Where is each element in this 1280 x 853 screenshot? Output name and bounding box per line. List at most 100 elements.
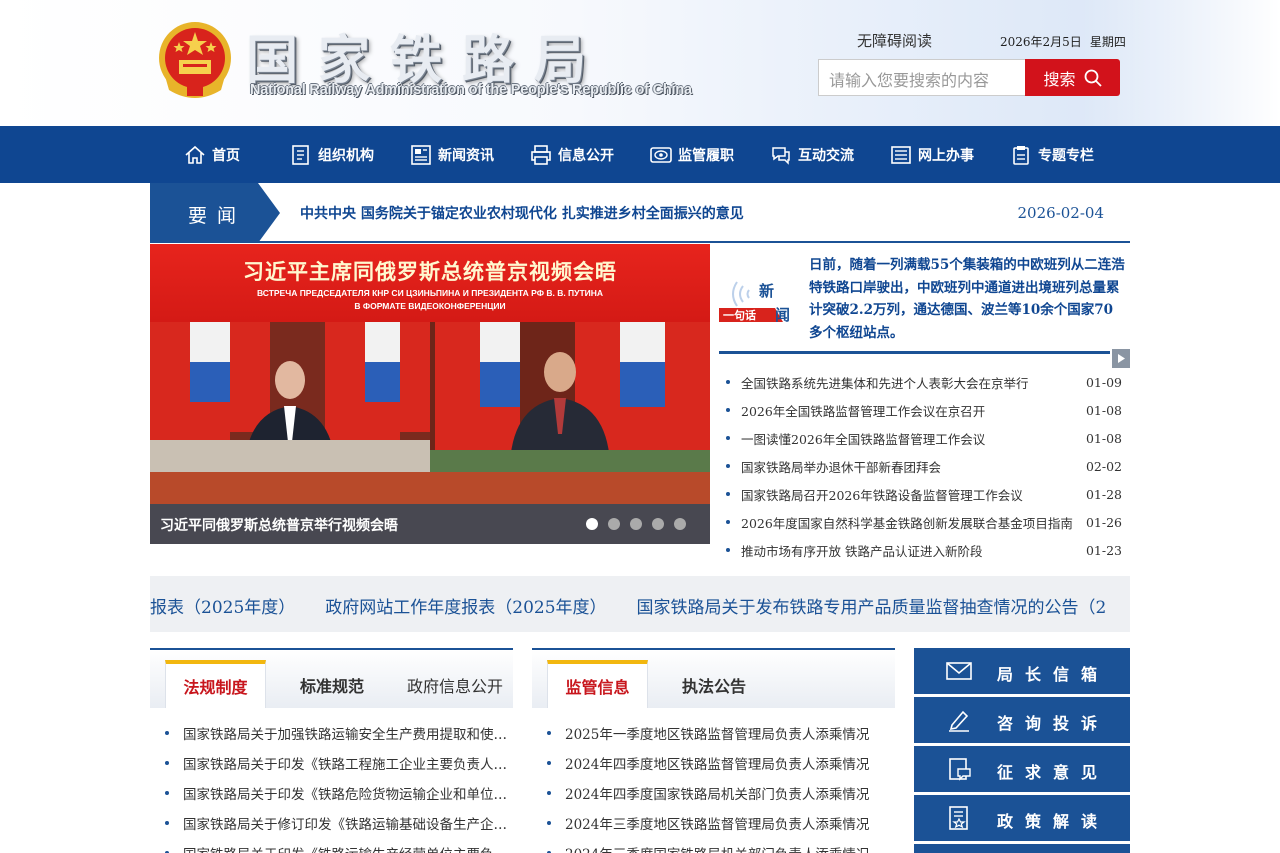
carousel-caption[interactable]: 习近平同俄罗斯总统普京举行视频会晤 bbox=[160, 515, 398, 535]
list-icon bbox=[891, 145, 911, 164]
search-icon bbox=[1084, 69, 1102, 87]
list-item[interactable]: 国家铁路局关于印发《铁路危险货物运输企业和单位安全管理规定》的通知 bbox=[165, 778, 510, 808]
item-title: 国家铁路局关于印发《铁路运输生产经营单位主要负责人》的通知 bbox=[183, 843, 510, 853]
list-item[interactable]: 国家铁路局关于修订印发《铁路运输基础设备生产企业审批实施细则》的通知 bbox=[165, 808, 510, 838]
bullet bbox=[726, 492, 730, 496]
nav-news[interactable]: 新闻资讯 bbox=[410, 126, 494, 183]
item-title: 2024年四季度地区铁路监督管理局负责人添乘情况 bbox=[565, 757, 870, 773]
list-item[interactable]: 全国铁路系统先进集体和先进个人表彰大会在京举行 01-09 bbox=[726, 368, 1122, 396]
bullet bbox=[726, 548, 730, 552]
list-item[interactable]: 2024年三季度地区铁路监督管理局负责人添乘情况 bbox=[547, 808, 892, 838]
list-item[interactable]: 国家铁路局召开2026年铁路设备监督管理工作会议 01-28 bbox=[726, 480, 1122, 508]
news-title: 2026年全国铁路监督管理工作会议在京召开 bbox=[741, 403, 986, 419]
nav-organization[interactable]: 组织机构 bbox=[290, 126, 374, 183]
list-item[interactable]: 2026年度国家自然科学基金铁路创新发展联合基金项目指南 01-26 bbox=[726, 508, 1122, 536]
list-item[interactable]: 2026年全国铁路监督管理工作会议在京召开 01-08 bbox=[726, 396, 1122, 424]
bullet bbox=[726, 380, 730, 384]
mail-icon bbox=[946, 662, 972, 680]
nav-interaction[interactable]: 互动交流 bbox=[770, 126, 854, 183]
list-item[interactable]: 国家铁路局关于印发《铁路工程施工企业主要负责人安全生产管理人员考核规定》的通知 bbox=[165, 748, 510, 778]
nav-interaction-label: 互动交流 bbox=[798, 147, 854, 164]
search-button[interactable]: 搜索 bbox=[1025, 59, 1120, 96]
side-button-more[interactable] bbox=[914, 844, 1130, 853]
edit-icon bbox=[949, 710, 969, 732]
notice-marquee: 报表（2025年度） 政府网站工作年度报表（2025年度） 国家铁路局关于发布铁路专… bbox=[150, 576, 1130, 632]
headline-link[interactable]: 中共中央 国务院关于锚定农业农村现代化 扎实推进乡村全面振兴的意见 bbox=[300, 203, 744, 223]
list-item[interactable]: 2025年一季度地区铁路监督管理局负责人添乘情况 bbox=[547, 718, 892, 748]
nav-home[interactable]: 首页 bbox=[184, 126, 240, 183]
site-subtitle: National Railway Administration of the P… bbox=[250, 82, 692, 98]
item-title: 国家铁路局关于印发《铁路危险货物运输企业和单位安全管理规定》的通知 bbox=[183, 787, 510, 803]
bullet bbox=[547, 761, 551, 765]
director-mailbox-label: 局长信箱 bbox=[997, 665, 1110, 684]
news-date: 02-02 bbox=[1085, 458, 1122, 474]
weekday-text: 星期四 bbox=[1089, 35, 1126, 49]
list-item[interactable]: 国家铁路局举办退休干部新春团拜会 02-02 bbox=[726, 452, 1122, 480]
list-item[interactable]: 2024年三季度国家铁路局机关部门负责人添乘情况 bbox=[547, 838, 892, 853]
nav-special-topics[interactable]: 专题专栏 bbox=[1010, 126, 1094, 183]
nav-organization-label: 组织机构 bbox=[318, 147, 374, 164]
tab-gov-info[interactable]: 政府信息公开 bbox=[407, 660, 503, 708]
item-title: 2024年三季度国家铁路局机关部门负责人添乘情况 bbox=[565, 843, 869, 853]
accessibility-link[interactable]: 无障碍阅读 bbox=[857, 30, 932, 51]
carousel-dot[interactable] bbox=[652, 518, 664, 530]
main-nav: 首页 组织机构 新闻资讯 信息公开 监管履职 互动交流 网上办事 专题专栏 bbox=[0, 126, 1280, 183]
home-icon bbox=[185, 145, 205, 164]
supervision-panel: 监管信息 执法公告 2025年一季度地区铁路监督管理局负责人添乘情况 2024年… bbox=[532, 648, 895, 853]
current-date: 2026年2月5日 星期四 bbox=[1000, 33, 1126, 50]
bullet bbox=[726, 436, 730, 440]
label-wen: 闻 bbox=[775, 306, 790, 324]
clipboard-icon bbox=[1013, 145, 1029, 165]
solicit-opinions-button[interactable]: 征求意见 bbox=[914, 746, 1130, 792]
news-date: 01-23 bbox=[1085, 542, 1122, 558]
item-title: 2024年三季度地区铁路监督管理局负责人添乘情况 bbox=[565, 817, 870, 833]
panel-tabs: 监管信息 执法公告 bbox=[532, 650, 895, 708]
marquee-item[interactable]: 国家铁路局关于发布铁路专用产品质量监督抽查情况的公告（2 bbox=[637, 598, 1107, 618]
director-mailbox-button[interactable]: 局长信箱 bbox=[914, 648, 1130, 694]
headline-tag: 要闻 bbox=[150, 183, 280, 243]
tab-supervision-info[interactable]: 监管信息 bbox=[547, 660, 648, 708]
banner-title: 习近平主席同俄罗斯总统普京视频会晤 bbox=[243, 260, 617, 284]
carousel-dot[interactable] bbox=[630, 518, 642, 530]
consult-complaint-button[interactable]: 咨询投诉 bbox=[914, 697, 1130, 743]
document-icon bbox=[292, 144, 309, 165]
banner-subtitle-ru-2: В ФОРМАТЕ ВИДЕОКОНФЕРЕНЦИИ bbox=[354, 301, 506, 311]
consult-complaint-label: 咨询投诉 bbox=[997, 714, 1110, 733]
feedback-icon bbox=[949, 758, 971, 781]
printer-icon bbox=[531, 144, 551, 165]
list-item[interactable]: 国家铁路局关于加强铁路运输安全生产费用提取和使用管理的通知 bbox=[165, 718, 510, 748]
one-sentence-news: 一句话 新 闻 日前，随着一列满载55个集装箱的中欧班列从二连浩特铁路口岸驶出，… bbox=[719, 244, 1130, 356]
more-news-button[interactable] bbox=[1112, 349, 1130, 368]
carousel-dot[interactable] bbox=[586, 518, 598, 530]
photo-carousel[interactable]: 习近平主席同俄罗斯总统普京视频会晤 ВСТРЕЧА ПРЕДСЕДАТЕЛЯ К… bbox=[150, 244, 710, 544]
item-title: 2025年一季度地区铁路监督管理局负责人添乘情况 bbox=[565, 727, 870, 743]
nav-online-service-label: 网上办事 bbox=[918, 147, 974, 164]
carousel-dot[interactable] bbox=[674, 518, 686, 530]
marquee-item[interactable]: 政府网站工作年度报表（2025年度） bbox=[325, 598, 606, 618]
nav-online-service[interactable]: 网上办事 bbox=[890, 126, 974, 183]
marquee-item[interactable]: 报表（2025年度） bbox=[150, 598, 295, 618]
solicit-opinions-label: 征求意见 bbox=[997, 763, 1110, 782]
list-item[interactable]: 2024年四季度地区铁路监督管理局负责人添乘情况 bbox=[547, 748, 892, 778]
nav-info-disclosure[interactable]: 信息公开 bbox=[530, 126, 614, 183]
tab-regulations[interactable]: 法规制度 bbox=[165, 660, 266, 708]
news-list: 全国铁路系统先进集体和先进个人表彰大会在京举行 01-09 2026年全国铁路监督… bbox=[726, 368, 1122, 564]
bullet bbox=[165, 791, 169, 795]
one-sentence-news-icon: 一句话 新 闻 bbox=[719, 281, 790, 324]
list-item[interactable]: 推动市场有序开放 铁路产品认证进入新阶段 01-23 bbox=[726, 536, 1122, 564]
badge-text: 一句话 bbox=[723, 308, 756, 322]
list-item[interactable]: 2024年四季度国家铁路局机关部门负责人添乘情况 bbox=[547, 778, 892, 808]
list-item[interactable]: 一图读懂2026年全国铁路监督管理工作会议 01-08 bbox=[726, 424, 1122, 452]
regulations-list: 国家铁路局关于加强铁路运输安全生产费用提取和使用管理的通知 国家铁路局关于印发《… bbox=[165, 718, 510, 853]
nav-supervision[interactable]: 监管履职 bbox=[650, 126, 734, 183]
one-sentence-news-text[interactable]: 日前，随着一列满载55个集装箱的中欧班列从二连浩特铁路口岸驶出，中欧班列中通道进… bbox=[809, 254, 1125, 344]
list-item[interactable]: 国家铁路局关于印发《铁路运输生产经营单位主要负责人》的通知 bbox=[165, 838, 510, 853]
tab-enforcement[interactable]: 执法公告 bbox=[682, 660, 746, 708]
carousel-dot[interactable] bbox=[608, 518, 620, 530]
eye-icon bbox=[650, 146, 672, 163]
policy-interpretation-button[interactable]: 政策解读 bbox=[914, 795, 1130, 841]
search-input[interactable]: 请输入您要搜索的内容 bbox=[818, 59, 1026, 96]
news-date: 01-09 bbox=[1085, 374, 1122, 390]
tab-standards[interactable]: 标准规范 bbox=[300, 660, 364, 708]
site-header: 国家铁路局 National Railway Administration of… bbox=[0, 0, 1280, 126]
